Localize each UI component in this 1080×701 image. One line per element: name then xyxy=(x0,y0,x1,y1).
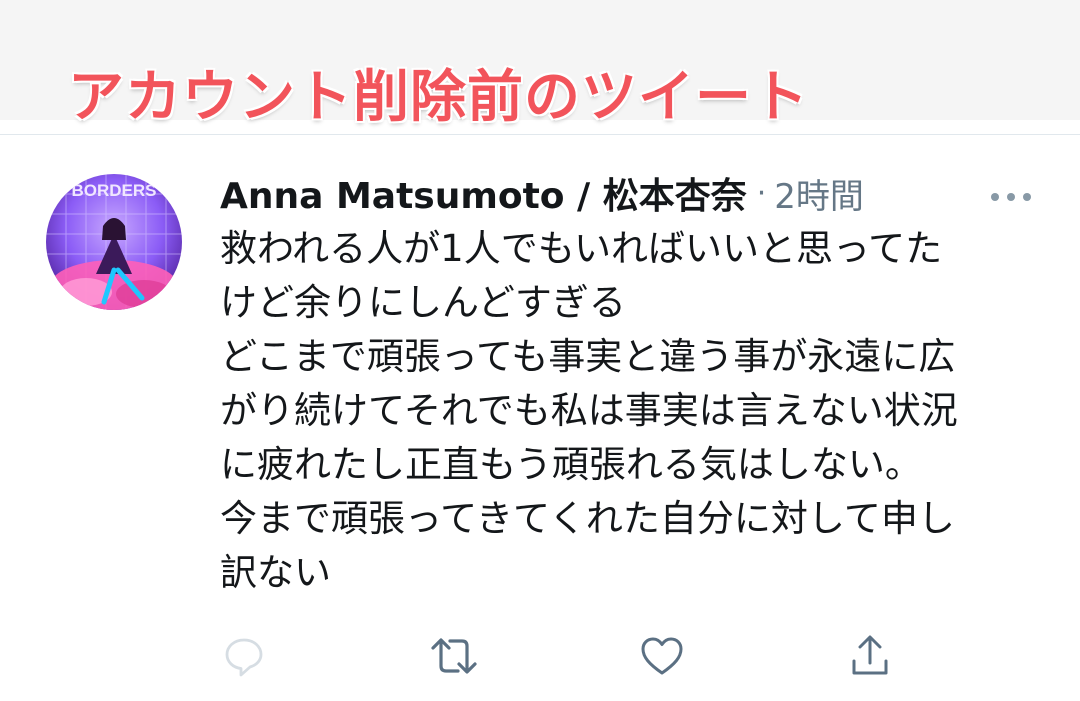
banner-divider xyxy=(0,134,1080,135)
avatar-image: BORDERS xyxy=(46,174,182,310)
retweet-icon xyxy=(431,638,477,674)
heart-icon xyxy=(641,637,683,675)
tweet-actions xyxy=(200,626,920,686)
header-separator: · xyxy=(756,175,767,211)
share-icon xyxy=(852,635,888,675)
reply-button[interactable] xyxy=(214,626,274,686)
tweet-text-line: 今まで頑張ってきてくれた自分に対して申し xyxy=(220,497,955,540)
tweet-text-line: けど余りにしんどすぎる xyxy=(220,281,626,324)
tweet-text-line: に疲れたし正直もう頑張れる気はしない。 xyxy=(220,443,922,486)
tweet-header: Anna Matsumoto / 松本杏奈 · 2時間 xyxy=(220,168,864,218)
tweet-text-line: どこまで頑張っても事実と違う事が永遠に広 xyxy=(220,335,956,378)
retweet-button[interactable] xyxy=(424,626,484,686)
tweet-text-line: がり続けてそれでも私は事実は言えない状況 xyxy=(220,389,958,432)
tweet-text: 救われる人が1人でもいればいいと思ってた けど余りにしんどすぎる どこまで頑張っ… xyxy=(220,222,1040,600)
more-button[interactable] xyxy=(982,182,1040,212)
avatar[interactable]: BORDERS xyxy=(46,174,182,310)
timestamp[interactable]: 2時間 xyxy=(774,169,864,218)
avatar-neon-text: BORDERS xyxy=(71,181,156,200)
like-button[interactable] xyxy=(632,626,692,686)
author-name[interactable]: Anna Matsumoto / 松本杏奈 xyxy=(220,167,747,219)
tweet-text-line: 訳ない xyxy=(220,551,331,594)
reply-icon xyxy=(225,638,263,677)
share-button[interactable] xyxy=(840,626,900,686)
more-horizontal-icon xyxy=(991,193,1031,201)
banner-title: アカウント削除前のツイート xyxy=(68,65,809,130)
tweet-text-line: 救われる人が1人でもいればいいと思ってた xyxy=(220,227,943,270)
